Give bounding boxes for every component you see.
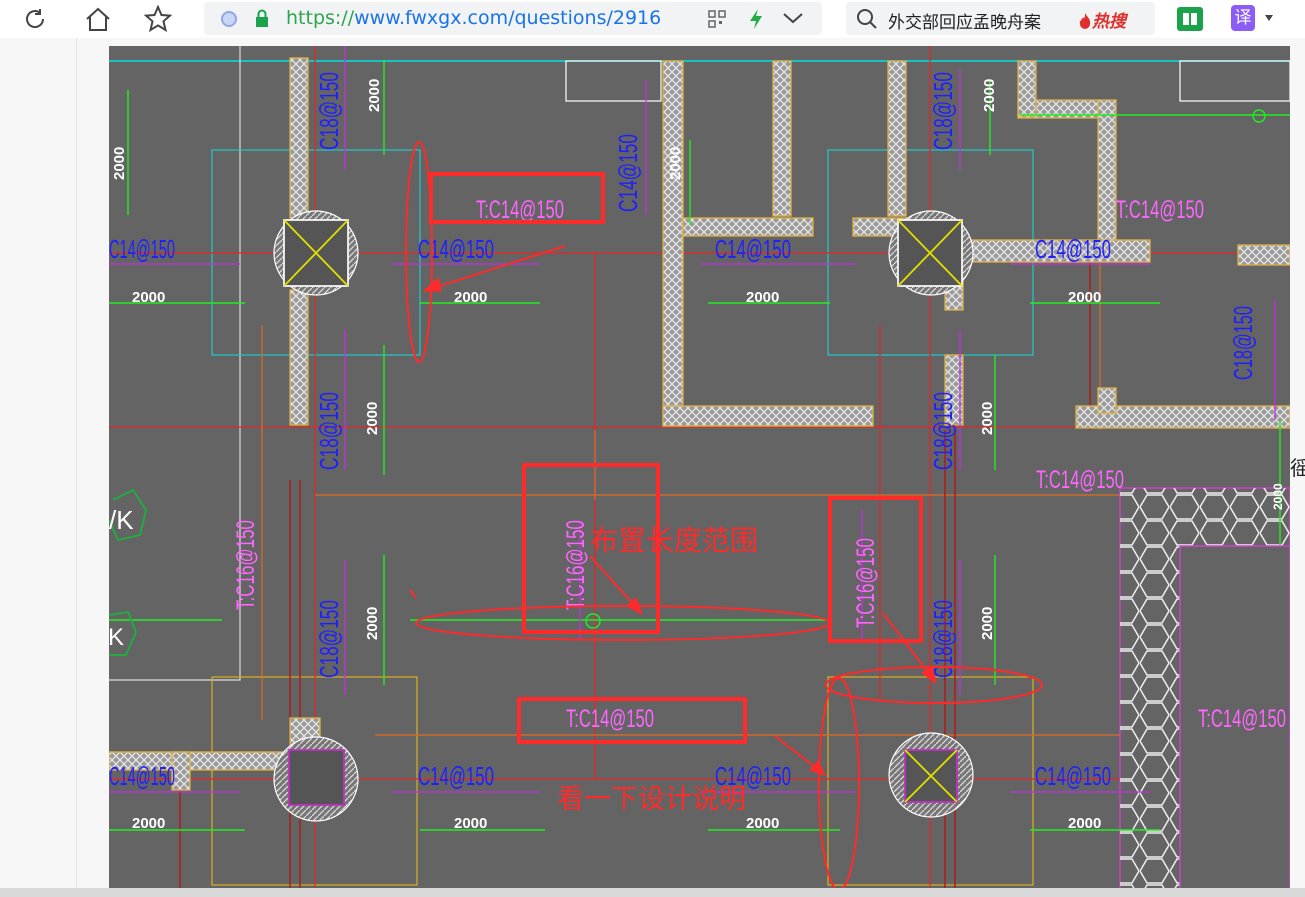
column-4 bbox=[888, 732, 974, 818]
rebar-label-c14: C14@150 bbox=[1035, 761, 1111, 791]
dim-label: 2000 bbox=[454, 815, 487, 832]
dim-label: 2000 bbox=[979, 402, 996, 435]
dim-label: 2000 bbox=[132, 289, 165, 306]
rebar-label-c14: C14@150 bbox=[1035, 234, 1111, 264]
search-query: 外交部回应孟晚舟案 bbox=[888, 13, 1041, 33]
reader-icon[interactable] bbox=[1176, 6, 1204, 32]
annotation-range-note: 布置长度范围 bbox=[590, 524, 758, 557]
dim-label: 2000 bbox=[132, 815, 165, 832]
chevron-down-icon[interactable] bbox=[782, 11, 804, 25]
rebar-label-c18: C18@150 bbox=[928, 72, 958, 150]
translate-label: 译 bbox=[1234, 8, 1252, 28]
rebar-label-c14: C14@150 bbox=[109, 761, 175, 791]
dim-label: 2000 bbox=[366, 79, 383, 112]
rebar-label-c18: C18@150 bbox=[928, 392, 958, 470]
dim-label: 2000 bbox=[746, 815, 779, 832]
top-rebar-label: T:C14@150 bbox=[1036, 466, 1124, 494]
rebar-label-c18: C18@150 bbox=[314, 600, 344, 678]
hot-search-badge[interactable]: 热搜 bbox=[1078, 7, 1126, 32]
lock-icon bbox=[256, 9, 268, 27]
dim-label: 2000 bbox=[111, 147, 128, 180]
column-2 bbox=[888, 210, 974, 296]
top-rebar-label: T:C16@150 bbox=[562, 520, 590, 610]
grid-label-k1: /K bbox=[109, 505, 134, 535]
dim-label: 2000 bbox=[746, 289, 779, 306]
rebar-label-c18: C18@150 bbox=[314, 72, 344, 150]
column-1 bbox=[273, 210, 359, 296]
dim-label: 2000 bbox=[364, 607, 381, 640]
top-rebar-label: T:C14@150 bbox=[1116, 196, 1204, 224]
top-rebar-label: T:C14@150 bbox=[476, 196, 564, 224]
rebar-label-c14: C14@150 bbox=[613, 134, 643, 212]
refresh-icon[interactable] bbox=[20, 4, 50, 34]
translate-menu-caret-icon[interactable] bbox=[1264, 14, 1274, 22]
dim-label: 2000 bbox=[1271, 483, 1285, 510]
dim-label: 2000 bbox=[667, 147, 684, 180]
url-path: www.fwxgx.com/questions/2916 bbox=[354, 7, 662, 29]
hot-search-label: 热搜 bbox=[1092, 12, 1126, 32]
rebar-label-c18: C18@150 bbox=[1228, 306, 1258, 380]
side-text-fragment: 徭 bbox=[1290, 456, 1305, 480]
cad-drawing: /K K 2000 2000 2000 2000 2000 2000 2000 … bbox=[109, 46, 1290, 889]
bolt-icon[interactable] bbox=[748, 8, 764, 30]
translate-icon[interactable]: 译 bbox=[1231, 5, 1255, 31]
rebar-label-c14: C14@150 bbox=[715, 234, 791, 264]
grid-label-k2: K bbox=[109, 624, 124, 651]
top-rebar-label: T:C14@150 bbox=[566, 705, 654, 733]
shield-icon bbox=[221, 11, 237, 27]
dim-label: 2000 bbox=[979, 607, 996, 640]
rebar-label-c14: C14@150 bbox=[418, 234, 494, 264]
dim-label: 2000 bbox=[454, 289, 487, 306]
rebar-label-c14: C14@150 bbox=[418, 761, 494, 791]
rebar-label-c14: C14@150 bbox=[109, 234, 175, 264]
search-box[interactable]: 外交部回应孟晚舟案 热搜 bbox=[846, 2, 1155, 35]
content-divider bbox=[76, 38, 77, 888]
dim-label: 2000 bbox=[981, 79, 998, 112]
top-rebar-label: T:C16@150 bbox=[852, 538, 880, 628]
dim-label: 2000 bbox=[1068, 815, 1101, 832]
cad-drawing-svg: /K K 2000 2000 2000 2000 2000 2000 2000 … bbox=[109, 46, 1290, 889]
home-icon[interactable] bbox=[83, 4, 113, 34]
star-icon[interactable] bbox=[143, 4, 173, 34]
top-rebar-label: T:C16@150 bbox=[232, 520, 260, 610]
fire-icon bbox=[1079, 13, 1091, 29]
column-3 bbox=[273, 736, 359, 822]
address-bar[interactable]: https://www.fwxgx.com/questions/2916 bbox=[204, 2, 822, 35]
annotation-design-note: 看一下设计说明 bbox=[557, 784, 746, 815]
horizontal-scrollbar[interactable] bbox=[0, 888, 1305, 897]
qr-icon[interactable] bbox=[708, 10, 726, 28]
top-rebar-label: T:C14@150 bbox=[1198, 705, 1286, 733]
url-scheme: https:// bbox=[286, 7, 355, 29]
dim-label: 2000 bbox=[1068, 289, 1101, 306]
url-text: https://www.fwxgx.com/questions/2916 bbox=[286, 7, 706, 29]
dim-label: 2000 bbox=[364, 402, 381, 435]
search-icon bbox=[857, 9, 877, 29]
rebar-label-c18: C18@150 bbox=[314, 392, 344, 470]
browser-toolbar: https://www.fwxgx.com/questions/2916 外交部… bbox=[0, 0, 1305, 38]
